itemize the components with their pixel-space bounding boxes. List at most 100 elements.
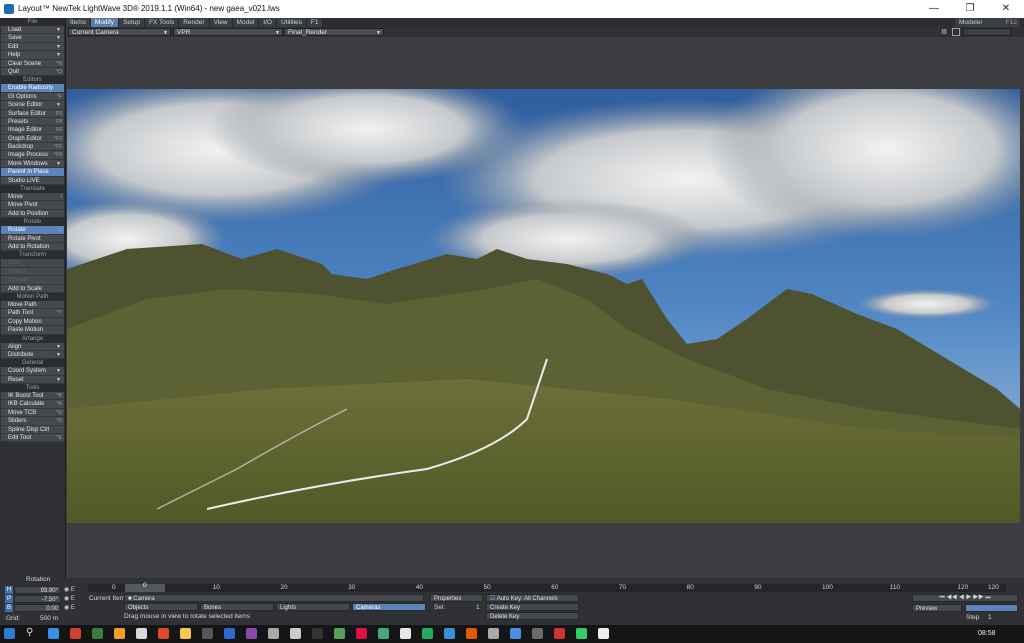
tab-utilities[interactable]: Utilities: [276, 18, 307, 27]
current-item-dropdown[interactable]: ■ Camera: [124, 594, 424, 602]
autokey-dropdown[interactable]: ☑ Auto Key: All Channels: [486, 594, 579, 602]
sidebar-item-squash[interactable]: Squash: [1, 276, 64, 285]
sidebar-item-help[interactable]: Help ▼: [1, 51, 64, 60]
create-key-button[interactable]: Create Key: [486, 603, 579, 611]
render-mode-dropdown[interactable]: Final_Render ▼: [284, 28, 384, 36]
tab-items[interactable]: Items: [66, 18, 91, 27]
taskbar-app-icon[interactable]: [444, 628, 455, 639]
sidebar-item-add-to-position[interactable]: Add to Position: [1, 209, 64, 219]
taskbar-app-icon[interactable]: [114, 628, 125, 639]
window-icon[interactable]: [952, 28, 960, 36]
sidebar-item-more-windows[interactable]: More Windows ▼: [1, 159, 64, 169]
tab-i-o[interactable]: I/O: [259, 18, 277, 27]
sidebar-item-backdrop[interactable]: Backdrop ^F5: [1, 143, 64, 152]
sidebar-item-add-to-rotation[interactable]: Add to Rotation: [1, 242, 64, 252]
sidebar-item-surface-editor[interactable]: Surface Editor F5: [1, 109, 64, 118]
taskbar-app-icon[interactable]: [400, 628, 411, 639]
taskbar-app-icon[interactable]: [48, 628, 59, 639]
bones-button[interactable]: Bones: [200, 603, 274, 611]
current-frame-indicator[interactable]: 0: [143, 582, 147, 589]
sidebar-item-clear-scene[interactable]: Clear Scene ^N: [1, 59, 64, 68]
sidebar-item-move-path[interactable]: Move Path: [1, 300, 64, 310]
sidebar-item-quit[interactable]: Quit ^Q: [1, 67, 64, 77]
sidebar-item-load[interactable]: Load ▼: [1, 26, 64, 35]
sidebar-item-path-tool[interactable]: Path Tool ^Y: [1, 309, 64, 318]
taskbar-app-icon[interactable]: [356, 628, 367, 639]
taskbar-app-icon[interactable]: [378, 628, 389, 639]
sidebar-item-spline-disp-ctrl[interactable]: Spline Disp Ctrl: [1, 425, 64, 435]
taskbar-app-icon[interactable]: [180, 628, 191, 639]
sidebar-item-enable-radiosity[interactable]: Enable Radiosity: [1, 84, 64, 93]
close-button[interactable]: ✕: [988, 0, 1024, 18]
view-control-icons[interactable]: [963, 28, 1011, 36]
start-icon[interactable]: [4, 628, 15, 639]
taskbar-app-icon[interactable]: [466, 628, 477, 639]
step-value[interactable]: 1: [988, 614, 992, 621]
sidebar-item-rotate[interactable]: Rotate y: [1, 226, 64, 235]
tab-f1[interactable]: F1: [306, 18, 324, 27]
render-viewport[interactable]: [67, 89, 1020, 523]
sidebar-item-sliders[interactable]: Sliders ^D: [1, 417, 64, 426]
taskbar-app-icon[interactable]: [422, 628, 433, 639]
taskbar-app-icon[interactable]: [598, 628, 609, 639]
taskbar-app-icon[interactable]: [290, 628, 301, 639]
channel-toggles[interactable]: ◉ E ◉ E ◉ E: [64, 586, 84, 612]
playback-controls[interactable]: ⏮ ◀◀ ◀ ▶ ▶▶ ⏭: [912, 594, 1018, 602]
camera-view-dropdown[interactable]: Current Camera ▼: [68, 28, 171, 36]
sidebar-item-scene-editor[interactable]: Scene Editor ▼: [1, 101, 64, 110]
taskbar-app-icon[interactable]: [158, 628, 169, 639]
sidebar-item-save[interactable]: Save ▼: [1, 34, 64, 43]
preview-dropdown[interactable]: Preview: [912, 604, 962, 612]
taskbar-app-icon[interactable]: [510, 628, 521, 639]
taskbar-app-icon[interactable]: [246, 628, 257, 639]
timeline-bar[interactable]: [88, 584, 1006, 592]
sidebar-item-edit[interactable]: Edit ▼: [1, 42, 64, 52]
bank-field[interactable]: 0.00: [14, 604, 61, 612]
sidebar-item-ikb-calculate[interactable]: IKB Calculate ^A: [1, 400, 64, 409]
heading-field[interactable]: 93.90°: [14, 586, 61, 594]
tab-setup[interactable]: Setup: [119, 18, 146, 27]
pitch-field[interactable]: -7.50°: [14, 595, 61, 603]
taskbar-app-icon[interactable]: [334, 628, 345, 639]
tab-view[interactable]: View: [209, 18, 233, 27]
objects-button[interactable]: Objects: [124, 603, 198, 611]
taskbar-app-icon[interactable]: [576, 628, 587, 639]
sidebar-item-distribute[interactable]: Distribute ▼: [1, 350, 64, 360]
sidebar-item-align[interactable]: Align ▼: [1, 342, 64, 351]
sidebar-item-image-process[interactable]: Image Process ^F8: [1, 151, 64, 160]
tab-render[interactable]: Render: [179, 18, 210, 27]
cameras-button[interactable]: Cameras: [352, 603, 426, 611]
taskbar-app-icon[interactable]: [136, 628, 147, 639]
sidebar-item-move-pivot[interactable]: Move Pivot: [1, 201, 64, 210]
delete-key-button[interactable]: Delete Key: [486, 612, 579, 620]
sidebar-item-paste-motion[interactable]: Paste Motion: [1, 326, 64, 335]
sidebar-item-rotate-pivot[interactable]: Rotate Pivot: [1, 234, 64, 243]
sidebar-item-add-to-scale[interactable]: Add to Scale: [1, 284, 64, 293]
sidebar-item-move-tcb[interactable]: Move TCB ^G: [1, 408, 64, 418]
sidebar-item-reset[interactable]: Reset ▼: [1, 375, 64, 385]
sidebar-item-copy-motion[interactable]: Copy Motion: [1, 317, 64, 327]
sidebar-item-size[interactable]: Size: [1, 259, 64, 268]
taskbar-app-icon[interactable]: [224, 628, 235, 639]
lights-button[interactable]: Lights: [276, 603, 350, 611]
taskbar-app-icon[interactable]: [312, 628, 323, 639]
sidebar-item-studio-live[interactable]: Studio LIVE: [1, 176, 64, 186]
sidebar-item-stretch[interactable]: Stretch: [1, 267, 64, 277]
maximize-button[interactable]: ❐: [952, 0, 988, 18]
minimize-button[interactable]: —: [916, 0, 952, 18]
modeler-button[interactable]: Modeler F12: [955, 18, 1021, 27]
sidebar-item-ik-boost-tool[interactable]: IK Boost Tool ^B: [1, 392, 64, 401]
tab-fx-tools[interactable]: FX Tools: [145, 18, 180, 27]
play-controls[interactable]: [965, 604, 1018, 612]
taskbar-app-icon[interactable]: [70, 628, 81, 639]
sidebar-item-graph-editor[interactable]: Graph Editor ^F2: [1, 134, 64, 144]
gear-icon[interactable]: ⚙: [941, 28, 949, 36]
sidebar-item-coord-system[interactable]: Coord System ▼: [1, 367, 64, 376]
taskbar-app-icon[interactable]: [554, 628, 565, 639]
taskbar-app-icon[interactable]: [268, 628, 279, 639]
properties-button[interactable]: Properties: [430, 594, 483, 602]
taskbar-app-icon[interactable]: [488, 628, 499, 639]
sidebar-item-presets[interactable]: Presets F8: [1, 117, 64, 127]
tab-model[interactable]: Model: [232, 18, 260, 27]
search-icon[interactable]: ⚲: [26, 627, 33, 638]
